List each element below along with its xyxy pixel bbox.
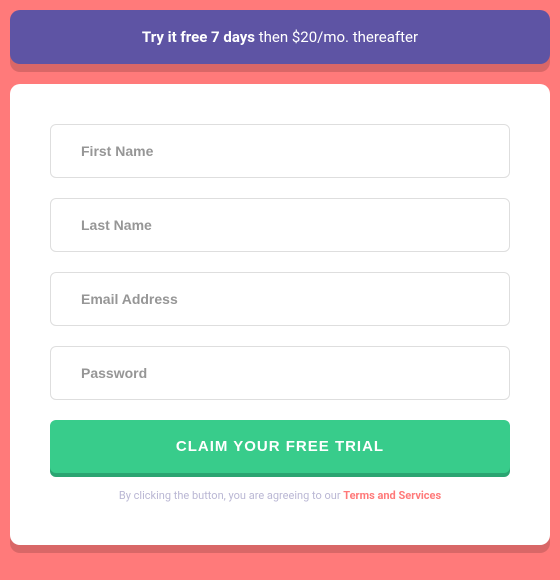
- promo-banner: Try it free 7 days then $20/mo. thereaft…: [10, 10, 550, 64]
- banner-rest-text: then $20/mo. thereafter: [255, 28, 418, 46]
- password-field[interactable]: [50, 346, 510, 400]
- terms-link[interactable]: Terms and Services: [343, 489, 441, 502]
- terms-prefix: By clicking the button, you are agreeing…: [119, 489, 343, 502]
- signup-card: CLAIM YOUR FREE TRIAL By clicking the bu…: [10, 84, 550, 545]
- terms-text: By clicking the button, you are agreeing…: [50, 487, 510, 505]
- signup-form: CLAIM YOUR FREE TRIAL By clicking the bu…: [50, 124, 510, 505]
- email-field[interactable]: [50, 272, 510, 326]
- banner-bold-text: Try it free 7 days: [142, 28, 255, 46]
- first-name-field[interactable]: [50, 124, 510, 178]
- last-name-field[interactable]: [50, 198, 510, 252]
- submit-button[interactable]: CLAIM YOUR FREE TRIAL: [50, 420, 510, 473]
